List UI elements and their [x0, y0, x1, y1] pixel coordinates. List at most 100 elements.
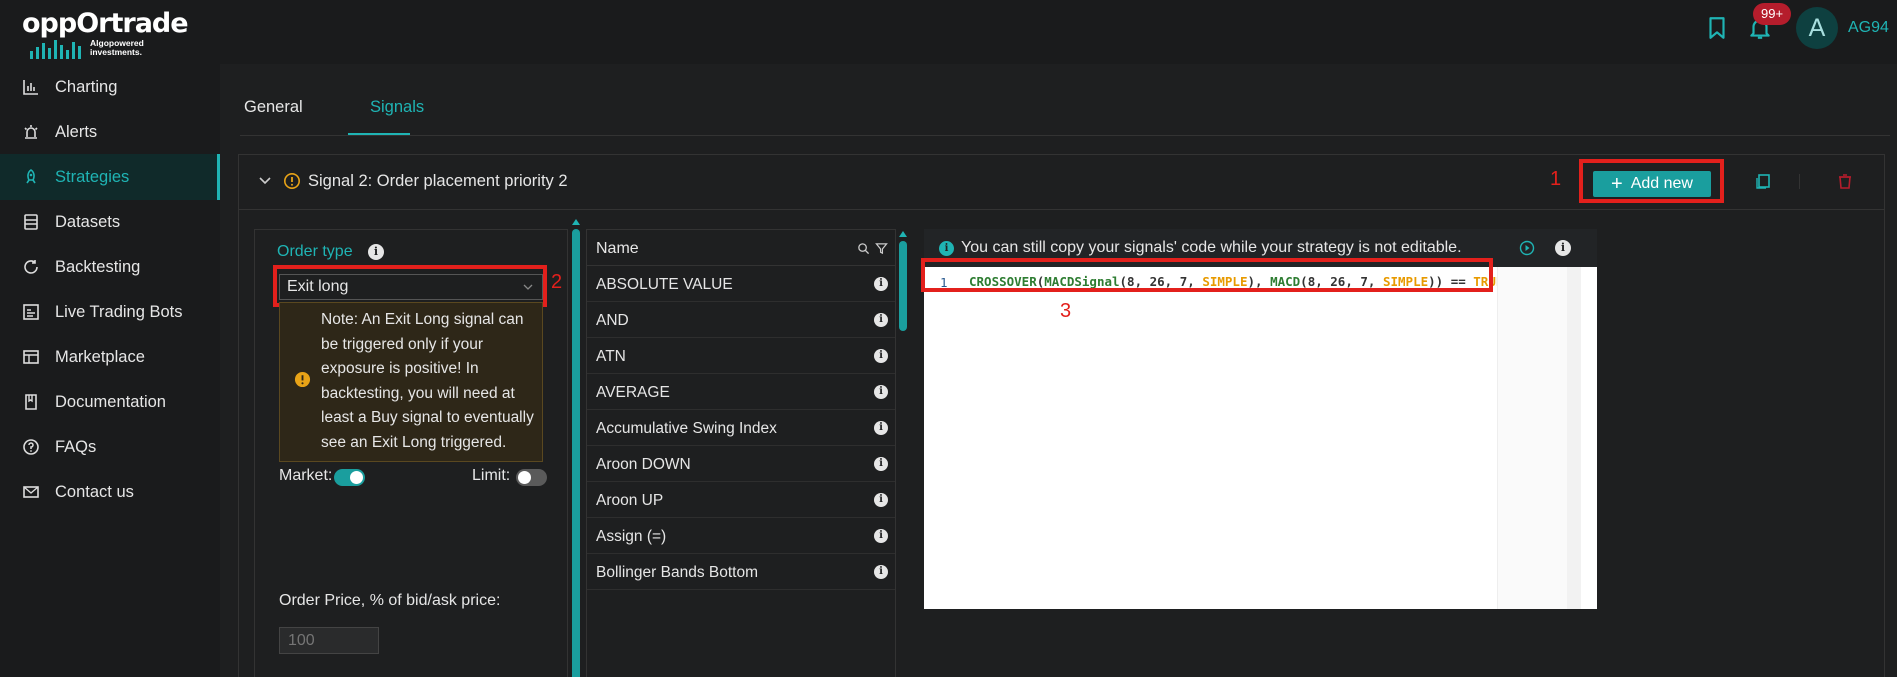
banner-text: You can still copy your signals' code wh…	[961, 239, 1462, 256]
logo-bars-icon	[30, 39, 81, 59]
list-item[interactable]: AVERAGE i	[587, 374, 895, 410]
column-header-name: Name	[596, 240, 639, 257]
market-toggle[interactable]	[334, 469, 365, 486]
warning-icon	[284, 173, 300, 189]
info-icon[interactable]: i	[874, 385, 888, 399]
function-list-header: Name	[587, 230, 895, 266]
annotation-label-2: 2	[551, 271, 563, 293]
order-price-input[interactable]	[279, 627, 379, 654]
sidebar-item-label: Datasets	[55, 212, 121, 231]
username[interactable]: AG94	[1848, 19, 1889, 37]
sidebar-item-datasets[interactable]: Datasets	[0, 199, 220, 245]
bot-icon	[23, 304, 39, 320]
rocket-icon	[26, 169, 36, 184]
sidebar-item-charting[interactable]: Charting	[0, 64, 220, 110]
annotation-label-3: 3	[1060, 300, 1072, 322]
sidebar-item-label: Backtesting	[55, 257, 141, 276]
order-settings: Order type i Exit long 2 Note: An Exit L…	[254, 229, 568, 677]
list-item[interactable]: Bollinger Bands Bottom i	[587, 554, 895, 590]
notification-badge: 99+	[1753, 3, 1792, 25]
order-type-label: Order type	[277, 243, 353, 260]
sidebar-item-label: FAQs	[55, 437, 97, 456]
order-price-label: Order Price, % of bid/ask price:	[279, 592, 501, 609]
trash-icon[interactable]	[1836, 172, 1854, 190]
chevron-down-icon[interactable]	[257, 173, 273, 189]
sidebar: Charting Alerts Strategies Datasets Back…	[0, 64, 220, 677]
list-item[interactable]: ATN i	[587, 338, 895, 374]
bookmark-icon[interactable]	[1704, 14, 1730, 42]
signal-header[interactable]: Signal 2: Order placement priority 2 1 +…	[239, 155, 1884, 210]
top-bar: oppOrtrade Algopowered investments. 99+ …	[0, 0, 1897, 64]
alarm-icon	[24, 125, 38, 139]
info-icon[interactable]: i	[874, 421, 888, 435]
scrollbar[interactable]	[899, 241, 907, 331]
market-label: Market:	[279, 467, 333, 484]
sidebar-item-label: Strategies	[55, 167, 130, 186]
list-item[interactable]: Aroon UP i	[587, 482, 895, 518]
divider	[1799, 174, 1800, 189]
minimap[interactable]	[1497, 267, 1567, 609]
list-item[interactable]: Aroon DOWN i	[587, 446, 895, 482]
scrollbar[interactable]	[1567, 267, 1581, 609]
annotation-label-1: 1	[1550, 168, 1562, 190]
limit-toggle[interactable]	[516, 469, 547, 486]
info-icon[interactable]: i	[1555, 240, 1571, 256]
code-area[interactable]: 1 CROSSOVER(MACDSignal(8, 26, 7, SIMPLE)…	[924, 267, 1597, 609]
add-new-label: Add new	[1630, 175, 1693, 192]
question-icon	[23, 439, 39, 455]
sidebar-item-faqs[interactable]: FAQs	[0, 424, 220, 470]
logo-text: oppOrtrade	[22, 8, 189, 39]
scroll-up-icon[interactable]	[572, 219, 580, 225]
signal-panel: Signal 2: Order placement priority 2 1 +…	[238, 154, 1885, 677]
sidebar-item-contact-us[interactable]: Contact us	[0, 469, 220, 515]
sidebar-item-documentation[interactable]: Documentation	[0, 379, 220, 425]
sidebar-item-live-trading-bots[interactable]: Live Trading Bots	[0, 289, 220, 335]
info-icon[interactable]: i	[368, 244, 384, 260]
info-icon: i	[939, 241, 954, 256]
info-icon[interactable]: i	[874, 349, 888, 363]
refresh-icon	[24, 260, 38, 274]
plus-icon: +	[1611, 173, 1623, 195]
main-content: General Signals Signal 2: Order placemen…	[220, 64, 1897, 677]
info-icon[interactable]: i	[874, 313, 888, 327]
add-new-button[interactable]: + Add new	[1593, 171, 1711, 197]
sidebar-item-label: Documentation	[55, 392, 166, 411]
sidebar-item-alerts[interactable]: Alerts	[0, 109, 220, 155]
info-icon[interactable]: i	[874, 493, 888, 507]
list-item[interactable]: ABSOLUTE VALUE i	[587, 266, 895, 302]
list-item[interactable]: AND i	[587, 302, 895, 338]
annotation-box-3	[921, 258, 1493, 292]
sidebar-item-backtesting[interactable]: Backtesting	[0, 244, 220, 290]
play-icon[interactable]	[1519, 240, 1535, 256]
bar-chart-icon	[23, 80, 38, 95]
limit-label: Limit:	[472, 467, 511, 484]
annotation-box-2	[273, 265, 547, 307]
exit-long-note: Note: An Exit Long signal can be trigger…	[279, 302, 543, 462]
tab-general[interactable]: General	[244, 98, 303, 117]
tab-bar: General Signals	[240, 64, 1890, 136]
store-icon	[23, 350, 39, 364]
scroll-up-icon[interactable]	[899, 231, 907, 237]
filter-icon[interactable]	[875, 242, 888, 255]
book-icon	[25, 394, 37, 410]
sidebar-item-label: Charting	[55, 77, 118, 96]
list-item[interactable]: Accumulative Swing Index i	[587, 410, 895, 446]
list-item[interactable]: Assign (=) i	[587, 518, 895, 554]
copy-icon[interactable]	[1754, 172, 1772, 190]
sidebar-item-strategies[interactable]: Strategies	[0, 154, 220, 200]
search-icon[interactable]	[857, 242, 870, 255]
scrollbar[interactable]	[572, 229, 580, 677]
logo[interactable]: oppOrtrade Algopowered investments.	[20, 8, 189, 59]
logo-tagline: Algopowered investments.	[90, 38, 144, 57]
tab-signals[interactable]: Signals	[370, 98, 424, 117]
code-editor: i You can still copy your signals' code …	[921, 229, 1597, 609]
function-list: Name ABSOLUTE VALUE i AND i ATN i AVERAGE i …	[586, 229, 896, 677]
avatar[interactable]: A	[1796, 7, 1838, 49]
database-icon	[24, 214, 38, 230]
info-icon[interactable]: i	[874, 277, 888, 291]
info-icon[interactable]: i	[874, 529, 888, 543]
sidebar-item-marketplace[interactable]: Marketplace	[0, 334, 220, 380]
info-icon[interactable]: i	[874, 457, 888, 471]
active-tab-indicator	[348, 133, 410, 135]
info-icon[interactable]: i	[874, 565, 888, 579]
